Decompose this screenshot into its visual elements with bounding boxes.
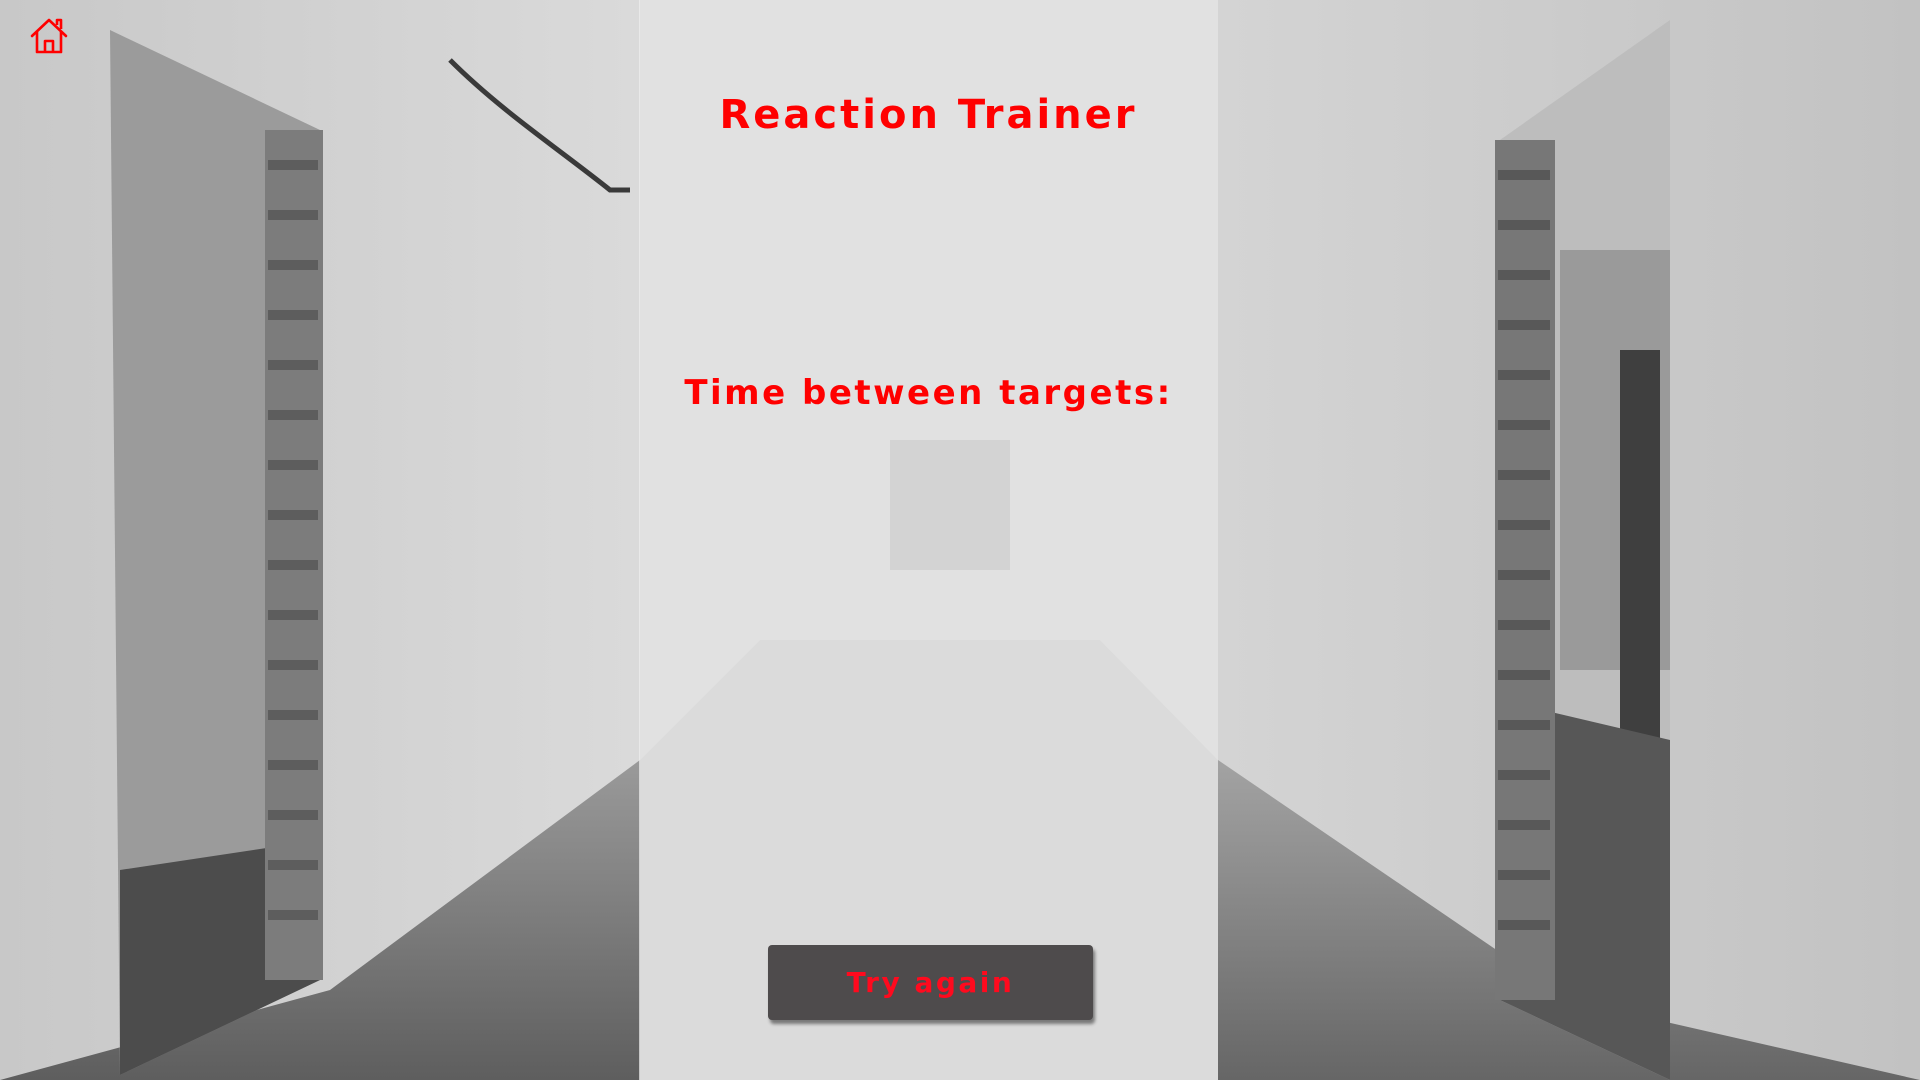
page-title: Reaction Trainer xyxy=(719,92,1138,138)
game-screen: Reaction Trainer Time between targets: T… xyxy=(0,0,1920,1080)
home-icon xyxy=(30,18,68,54)
results-panel: Reaction Trainer Time between targets: T… xyxy=(639,0,1218,1080)
home-button[interactable] xyxy=(26,14,72,58)
try-again-button[interactable]: Try again xyxy=(768,945,1093,1020)
time-between-targets-label: Time between targets: xyxy=(684,373,1173,413)
